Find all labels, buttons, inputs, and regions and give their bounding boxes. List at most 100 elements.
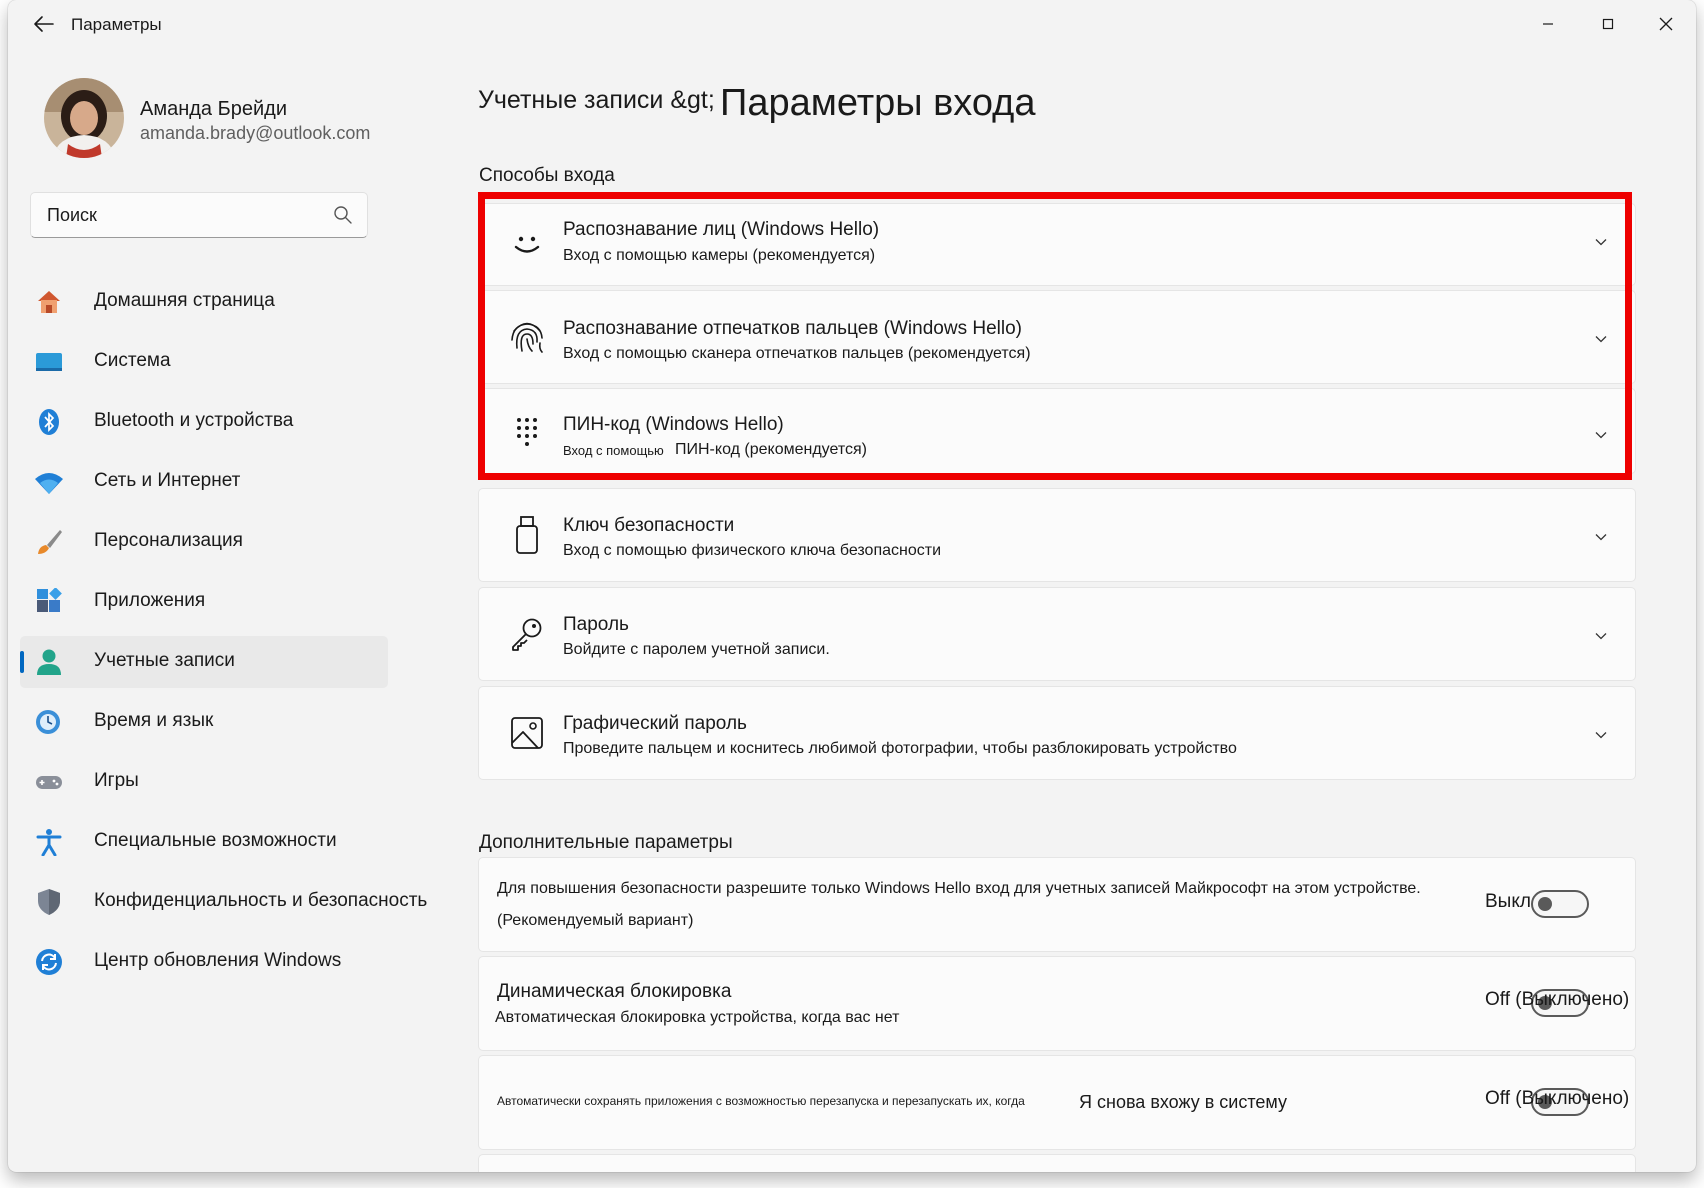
sidebar-item-time-language[interactable]: Время и язык	[20, 696, 388, 748]
signin-option-picture-password[interactable]: Графический пароль Проведите пальцем и к…	[478, 686, 1636, 780]
sidebar-item-gaming[interactable]: Игры	[20, 756, 388, 808]
chevron-down-icon[interactable]	[1593, 234, 1609, 250]
keypad-glyph	[517, 418, 537, 446]
settings-window: Параметры Аманда Брейди amanda.brady@out…	[8, 0, 1696, 1172]
sidebar-item-label: Центр обновления Windows	[94, 950, 342, 971]
sidebar-item-system[interactable]: Система	[20, 336, 388, 388]
toggle-state-label: Выкл.	[1485, 891, 1537, 912]
sidebar-item-apps[interactable]: Приложения	[20, 576, 388, 628]
minimize-button[interactable]	[1526, 8, 1570, 40]
accounts-icon	[37, 649, 61, 675]
title-bar: Параметры	[8, 0, 1696, 48]
chevron-down-icon[interactable]	[1593, 529, 1609, 545]
chevron-down-icon[interactable]	[1593, 628, 1609, 644]
option-title: Графический пароль	[563, 713, 747, 734]
sidebar-item-home[interactable]: Домашняя страница	[20, 276, 388, 328]
sidebar-item-network[interactable]: Сеть и Интернет	[20, 456, 388, 508]
section-title-signin: Способы входа	[479, 165, 615, 186]
search-box[interactable]: Поиск	[30, 192, 368, 238]
close-button[interactable]	[1644, 8, 1688, 40]
chevron-down-icon[interactable]	[1593, 331, 1609, 347]
user-photo-icon	[44, 78, 124, 158]
key-glyph	[512, 618, 542, 651]
avatar[interactable]	[44, 78, 124, 158]
setting-restart-apps: Автоматически сохранять приложения с воз…	[478, 1055, 1636, 1150]
sidebar-item-privacy[interactable]: Конфиденциальность и безопасность	[20, 876, 427, 928]
fingerprint-glyph	[511, 322, 543, 353]
sidebar-item-windows-update[interactable]: Центр обновления Windows	[20, 936, 388, 988]
picture-icon	[509, 715, 545, 751]
page-title: Параметры входа	[720, 82, 1036, 124]
bluetooth-icon	[39, 409, 59, 435]
toggle-state-label: Off (Выключено)	[1485, 989, 1630, 1010]
sidebar-item-label: Конфиденциальность и безопасность	[94, 890, 428, 911]
maximize-button[interactable]	[1586, 8, 1630, 40]
option-subtitle: Вход с помощью физического ключа безопас…	[563, 542, 941, 559]
sidebar-item-label: Учетные записи	[94, 650, 235, 671]
pin-keypad-icon	[509, 415, 545, 451]
option-subtitle: Вход с помощью сканера отпечатков пальце…	[563, 345, 1031, 362]
setting-description: Для повышения безопасности разрешите тол…	[497, 880, 1421, 897]
option-subtitle: Войдите с паролем учетной записи.	[563, 641, 830, 658]
toggle-knob	[1538, 897, 1552, 911]
apps-icon	[37, 588, 62, 612]
signin-option-password[interactable]: Пароль Войдите с паролем учетной записи.	[478, 587, 1636, 681]
breadcrumb-parent[interactable]: Учетные записи &gt;	[478, 86, 715, 115]
face-glyph	[514, 236, 540, 253]
brush-icon	[38, 530, 62, 554]
sidebar-item-bluetooth[interactable]: Bluetooth и устройства	[20, 396, 388, 448]
back-arrow-icon	[34, 16, 54, 32]
option-subtitle: Проведите пальцем и коснитесь любимой фо…	[563, 740, 1237, 757]
gaming-icon	[36, 776, 62, 789]
home-icon	[38, 291, 60, 313]
sidebar-item-label: Сеть и Интернет	[94, 470, 241, 491]
sidebar-item-label: Персонализация	[94, 530, 243, 551]
sidebar-item-label: Домашняя страница	[94, 290, 275, 311]
chevron-down-icon[interactable]	[1593, 427, 1609, 443]
option-title: Распознавание лиц (Windows Hello)	[563, 219, 880, 240]
signin-option-pin[interactable]: ПИН-код (Windows Hello) Вход с помощью П…	[478, 388, 1636, 474]
setting-title: Динамическая блокировка	[497, 981, 732, 1002]
selection-indicator	[20, 651, 24, 673]
setting-recommended-note: (Рекомендуемый вариант)	[497, 912, 694, 929]
setting-subtitle: Автоматическая блокировка устройства, ко…	[495, 1009, 900, 1026]
sidebar-item-label: Bluetooth и устройства	[94, 410, 294, 431]
wifi-icon	[35, 473, 63, 494]
picture-glyph	[511, 717, 543, 749]
sidebar-item-label: Время и язык	[94, 710, 214, 731]
search-icon[interactable]	[333, 205, 353, 225]
setting-next-partial	[478, 1154, 1636, 1172]
section-title-additional: Дополнительные параметры	[479, 832, 733, 853]
usb-key-glyph	[516, 516, 538, 554]
setting-dynamic-lock[interactable]: Динамическая блокировка Автоматическая б…	[478, 956, 1636, 1051]
key-icon	[509, 616, 545, 652]
close-icon	[1659, 17, 1673, 31]
back-button[interactable]	[24, 10, 64, 38]
maximize-icon	[1602, 18, 1614, 30]
sidebar-item-label: Игры	[94, 770, 139, 791]
setting-description-cont: Я снова вхожу в систему	[1079, 1092, 1287, 1112]
setting-description: Автоматически сохранять приложения с воз…	[497, 1094, 1025, 1108]
sidebar-item-label: Специальные возможности	[94, 830, 337, 851]
sidebar-item-accessibility[interactable]: Специальные возможности	[20, 816, 388, 868]
toggle-state-label: Off (Выключено)	[1485, 1088, 1630, 1109]
accessibility-icon	[36, 829, 62, 856]
sidebar-item-personalization[interactable]: Персонализация	[20, 516, 388, 568]
option-title: Ключ безопасности	[563, 515, 735, 536]
app-title: Параметры	[71, 15, 162, 34]
signin-option-fingerprint[interactable]: Распознавание отпечатков пальцев (Window…	[478, 290, 1636, 384]
signin-option-face[interactable]: Распознавание лиц (Windows Hello) Вход с…	[478, 203, 1636, 286]
update-icon	[36, 949, 62, 975]
hello-only-toggle[interactable]	[1531, 890, 1589, 918]
shield-icon	[38, 889, 60, 915]
chevron-down-icon[interactable]	[1593, 727, 1609, 743]
face-icon	[509, 226, 545, 262]
option-subtitle: ПИН-код (рекомендуется)	[675, 441, 867, 458]
search-input[interactable]: Поиск	[47, 205, 97, 226]
system-icon	[36, 353, 62, 371]
sidebar-item-accounts[interactable]: Учетные записи	[20, 636, 388, 688]
time-language-icon	[36, 710, 60, 734]
signin-option-security-key[interactable]: Ключ безопасности Вход с помощью физичес…	[478, 488, 1636, 582]
sidebar-item-label: Приложения	[94, 590, 206, 611]
option-title: Распознавание отпечатков пальцев (Window…	[563, 318, 1022, 339]
